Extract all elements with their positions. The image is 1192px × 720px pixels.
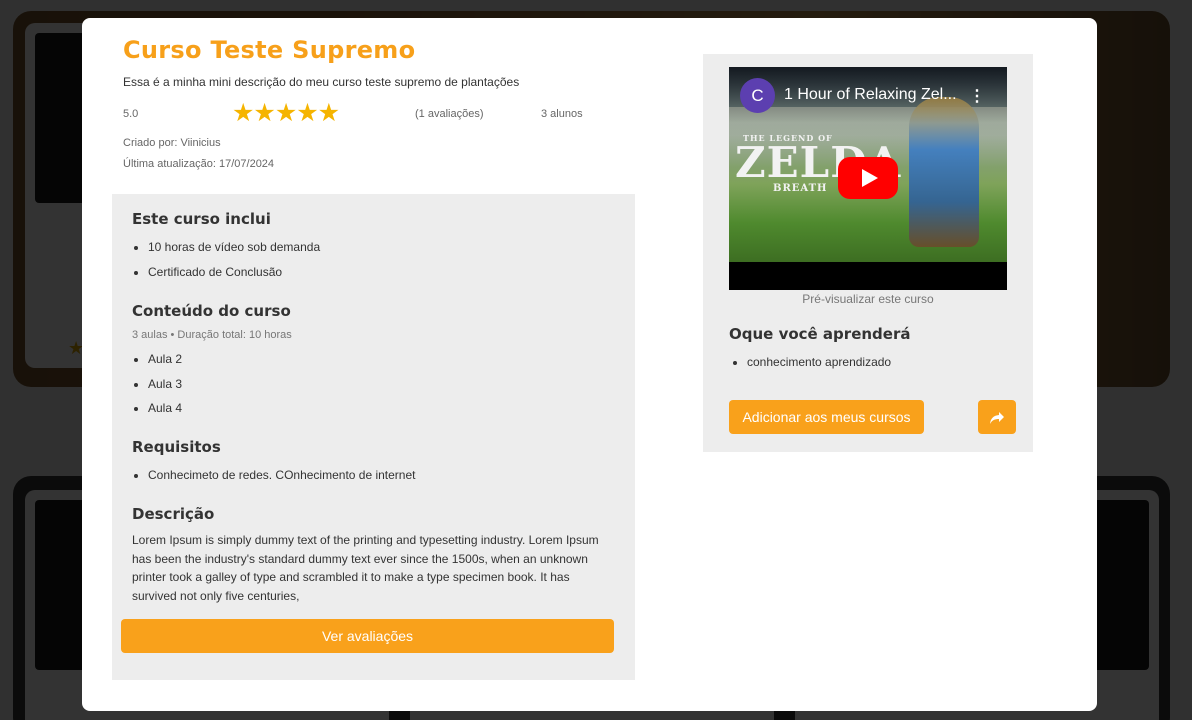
course-short-description: Essa é a minha mini descrição do meu cur… <box>123 75 520 89</box>
video-title[interactable]: 1 Hour of Relaxing Zel... <box>784 86 957 104</box>
list-item: conhecimento aprendizado <box>747 355 891 369</box>
lesson-item[interactable]: Aula 4 <box>148 401 182 426</box>
requirements-title: Requisitos <box>132 438 221 456</box>
preview-panel: THE LEGEND OF ZELDA BREATH C 1 Hour of R… <box>703 54 1033 452</box>
lesson-item[interactable]: Aula 2 <box>148 352 182 377</box>
preview-label: Pré-visualizar este curso <box>802 292 934 306</box>
share-button[interactable] <box>978 400 1016 434</box>
more-options-icon[interactable]: ⋮ <box>969 86 985 106</box>
rating-row: 5.0 ★★★★★ (1 avaliações) 3 alunos <box>123 100 603 128</box>
requirements-list: Conhecimeto de redes. COnhecimento de in… <box>148 468 416 493</box>
description-title: Descrição <box>132 505 215 523</box>
list-item: Certificado de Conclusão <box>148 265 320 290</box>
content-summary: 3 aulas • Duração total: 10 horas <box>132 329 292 341</box>
course-title: Curso Teste Supremo <box>123 36 416 64</box>
course-detail-modal: Curso Teste Supremo Essa é a minha mini … <box>82 18 1097 711</box>
content-title: Conteúdo do curso <box>132 302 291 320</box>
channel-avatar[interactable]: C <box>740 78 775 113</box>
add-to-my-courses-button[interactable]: Adicionar aos meus cursos <box>729 400 924 434</box>
share-icon <box>990 411 1004 424</box>
course-info-panel: Este curso inclui 10 horas de vídeo sob … <box>112 194 635 680</box>
rating-score: 5.0 <box>123 108 139 120</box>
lesson-item[interactable]: Aula 3 <box>148 377 182 402</box>
lessons-list: Aula 2 Aula 3 Aula 4 <box>148 352 182 426</box>
course-author: Criado por: Viinicius <box>123 137 221 149</box>
play-icon[interactable] <box>838 157 898 199</box>
rating-stars-icon: ★★★★★ <box>232 99 340 127</box>
includes-list: 10 horas de vídeo sob demanda Certificad… <box>148 240 320 289</box>
learn-title: Oque você aprenderá <box>729 325 911 343</box>
video-player[interactable]: THE LEGEND OF ZELDA BREATH C 1 Hour of R… <box>729 67 1007 290</box>
view-reviews-button[interactable]: Ver avaliações <box>121 619 614 653</box>
description-text: Lorem Ipsum is simply dummy text of the … <box>132 533 599 603</box>
course-last-update: Última atualização: 17/07/2024 <box>123 158 275 170</box>
includes-title: Este curso inclui <box>132 210 271 228</box>
reviews-count: (1 avaliações) <box>415 108 484 120</box>
learn-list: conhecimento aprendizado <box>747 355 891 369</box>
list-item: 10 horas de vídeo sob demanda <box>148 240 320 265</box>
students-count: 3 alunos <box>541 108 583 120</box>
list-item: Conhecimeto de redes. COnhecimento de in… <box>148 468 416 493</box>
